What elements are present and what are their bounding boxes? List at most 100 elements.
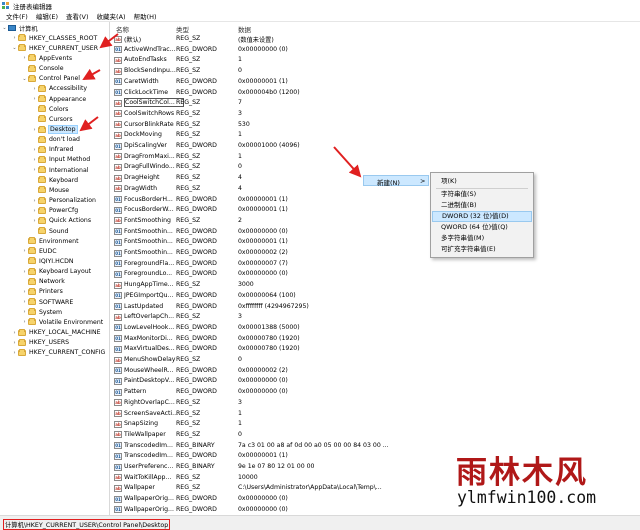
submenu-item[interactable]: 多字符串值(M): [432, 233, 532, 244]
tree-item[interactable]: ⌄ HKEY_CURRENT_USER: [11, 43, 98, 53]
tree-item[interactable]: › HKEY_CURRENT_CONFIG: [11, 348, 105, 358]
value-row[interactable]: 01 CaretWidth REG_DWORD 0x00000001 (1): [112, 77, 640, 88]
tree-item[interactable]: › Volatile Environment: [21, 317, 103, 327]
expander-icon[interactable]: ›: [11, 35, 18, 41]
value-row[interactable]: 01 MouseWheelR... REG_DWORD 0x00000002 (2): [112, 366, 640, 377]
value-row[interactable]: 01 FocusBorderH... REG_DWORD 0x00000001 (1): [112, 195, 640, 206]
value-row[interactable]: 01 ActiveWndTrac... REG_DWORD 0x00000000 (0…: [112, 45, 640, 56]
value-row[interactable]: 01 LastUpdated REG_DWORD 0xffffffff (429496…: [112, 302, 640, 313]
tree-item[interactable]: Console: [21, 64, 64, 74]
value-row[interactable]: ab FontSmoothing REG_SZ 2: [112, 216, 640, 227]
tree-item[interactable]: ⌄ Control Panel: [21, 74, 80, 84]
expander-icon[interactable]: ›: [21, 299, 28, 305]
value-row[interactable]: 01 MaxVirtualDes... REG_DWORD 0x00000780 (1…: [112, 344, 640, 355]
registry-key-tree[interactable]: ⌄ 计算机 › HKEY_CLASSES_ROOT ⌄ HKEY_CURRENT_USER…: [0, 22, 110, 515]
tree-item[interactable]: › HKEY_CLASSES_ROOT: [11, 33, 97, 43]
submenu-item[interactable]: DWORD (32 位)值(D): [432, 211, 532, 222]
expander-icon[interactable]: ›: [21, 55, 28, 61]
tree-item[interactable]: › Personalization: [31, 196, 96, 206]
expander-icon[interactable]: ⌄: [11, 45, 18, 51]
value-row[interactable]: ab CursorBlinkRate REG_SZ 530: [112, 120, 640, 131]
tree-item[interactable]: › HKEY_USERS: [11, 338, 69, 348]
value-row[interactable]: 01 ForegroundLo... REG_DWORD 0x00000000 (0): [112, 269, 640, 280]
menu-help[interactable]: 帮助(H): [130, 11, 161, 21]
value-row[interactable]: ab CoolSwitchRows REG_SZ 3: [112, 109, 640, 120]
submenu-item[interactable]: 可扩充字符串值(E): [432, 244, 532, 255]
value-row[interactable]: 01 Pattern REG_DWORD 0x00000000 (0): [112, 387, 640, 398]
tree-item[interactable]: › AppEvents: [21, 53, 72, 63]
tree-item[interactable]: › Keyboard Layout: [21, 267, 91, 277]
tree-item[interactable]: Colors: [31, 104, 68, 114]
value-row[interactable]: ab HungAppTime... REG_SZ 3000: [112, 280, 640, 291]
expander-icon[interactable]: ›: [31, 96, 38, 102]
column-header-type[interactable]: 类型: [176, 24, 189, 34]
expander-icon[interactable]: ⌄: [21, 76, 28, 82]
value-row[interactable]: 01 DpiScalingVer REG_DWORD 0x00001000 (4096…: [112, 141, 640, 152]
tree-item[interactable]: ⌄ 计算机: [1, 23, 38, 33]
submenu-item[interactable]: 项(K): [432, 176, 532, 187]
tree-item[interactable]: don't load: [31, 135, 80, 145]
tree-item[interactable]: › Accessibility: [31, 84, 87, 94]
expander-icon[interactable]: ›: [21, 289, 28, 295]
expander-icon[interactable]: ›: [21, 269, 28, 275]
expander-icon[interactable]: ›: [21, 309, 28, 315]
value-row[interactable]: ab SnapSizing REG_SZ 1: [112, 419, 640, 430]
expander-icon[interactable]: ›: [31, 198, 38, 204]
value-row[interactable]: ab BlockSendInpu... REG_SZ 0: [112, 66, 640, 77]
value-row[interactable]: 01 FontSmoothin... REG_DWORD 0x00000000 (0): [112, 227, 640, 238]
tree-item[interactable]: › Appearance: [31, 94, 86, 104]
tree-item[interactable]: › Infrared: [31, 145, 73, 155]
tree-item[interactable]: › Desktop: [31, 125, 78, 135]
value-row[interactable]: ab CoolSwitchCol... REG_SZ 7: [112, 98, 640, 109]
value-row[interactable]: 01 FocusBorderW... REG_DWORD 0x00000001 (1): [112, 205, 640, 216]
menu-file[interactable]: 文件(F): [2, 11, 32, 21]
value-row[interactable]: ab TileWallpaper REG_SZ 0: [112, 430, 640, 441]
value-row[interactable]: ab ScreenSaveActi... REG_SZ 1: [112, 409, 640, 420]
expander-icon[interactable]: ›: [11, 340, 18, 346]
value-row[interactable]: 01 ClickLockTime REG_DWORD 0x000004b0 (1200…: [112, 88, 640, 99]
value-row[interactable]: 01 LowLevelHook... REG_DWORD 0x00001388 (50…: [112, 323, 640, 334]
value-row[interactable]: 01 ForegroundFla... REG_DWORD 0x00000007 (7…: [112, 259, 640, 270]
expander-icon[interactable]: ›: [31, 208, 38, 214]
expander-icon[interactable]: ›: [11, 330, 18, 336]
tree-item[interactable]: Keyboard: [31, 175, 78, 185]
value-row[interactable]: ab DockMoving REG_SZ 1: [112, 130, 640, 141]
value-row[interactable]: 01 FontSmoothin... REG_DWORD 0x00000001 (1): [112, 237, 640, 248]
value-row[interactable]: ab RightOverlapC... REG_SZ 3: [112, 398, 640, 409]
tree-item[interactable]: › PowerCfg: [31, 206, 78, 216]
expander-icon[interactable]: ›: [31, 167, 38, 173]
tree-item[interactable]: › System: [21, 307, 62, 317]
submenu-item[interactable]: 二进制值(B): [432, 200, 532, 211]
submenu-item[interactable]: 字符串值(S): [432, 189, 532, 200]
value-row[interactable]: 01 FontSmoothin... REG_DWORD 0x00000002 (2): [112, 248, 640, 259]
tree-item[interactable]: › HKEY_LOCAL_MACHINE: [11, 328, 100, 338]
submenu-item[interactable]: QWORD (64 位)值(Q): [432, 222, 532, 233]
expander-icon[interactable]: ›: [31, 157, 38, 163]
column-header-data[interactable]: 数据: [238, 24, 251, 34]
menu-favorites[interactable]: 收藏夹(A): [93, 11, 130, 21]
context-menu-new[interactable]: 新建(N) >: [363, 175, 429, 187]
value-row[interactable]: 01 PaintDesktopV... REG_DWORD 0x00000000 (0…: [112, 376, 640, 387]
tree-item[interactable]: Sound: [31, 226, 68, 236]
value-row[interactable]: 01 MaxMonitorDi... REG_DWORD 0x00000780 (19…: [112, 334, 640, 345]
tree-item[interactable]: Cursors: [31, 114, 73, 124]
tree-item[interactable]: › Printers: [21, 287, 63, 297]
menu-view[interactable]: 查看(V): [62, 11, 93, 21]
expander-icon[interactable]: ›: [21, 248, 28, 254]
expander-icon[interactable]: ›: [31, 218, 38, 224]
value-row[interactable]: ab LeftOverlapCh... REG_SZ 3: [112, 312, 640, 323]
menu-edit[interactable]: 编辑(E): [32, 11, 62, 21]
registry-value-list[interactable]: 名称 类型 数据 ab (默认) REG_SZ (数值未设置) 01 ActiveWndT…: [112, 22, 640, 515]
value-row[interactable]: ab MenuShowDelay REG_SZ 0: [112, 355, 640, 366]
expander-icon[interactable]: ›: [11, 350, 18, 356]
expander-icon[interactable]: ›: [31, 147, 38, 153]
tree-item[interactable]: IQIYI.HCDN: [21, 256, 73, 266]
value-row[interactable]: ab AutoEndTasks REG_SZ 1: [112, 55, 640, 66]
tree-item[interactable]: › EUDC: [21, 246, 57, 256]
value-row[interactable]: 01 JPEGImportQu... REG_DWORD 0x00000064 (10…: [112, 291, 640, 302]
tree-item[interactable]: › Input Method: [31, 155, 90, 165]
expander-icon[interactable]: ›: [31, 86, 38, 92]
tree-item[interactable]: › Quick Actions: [31, 216, 91, 226]
expander-icon[interactable]: ⌄: [1, 25, 8, 31]
tree-item[interactable]: › International: [31, 165, 89, 175]
